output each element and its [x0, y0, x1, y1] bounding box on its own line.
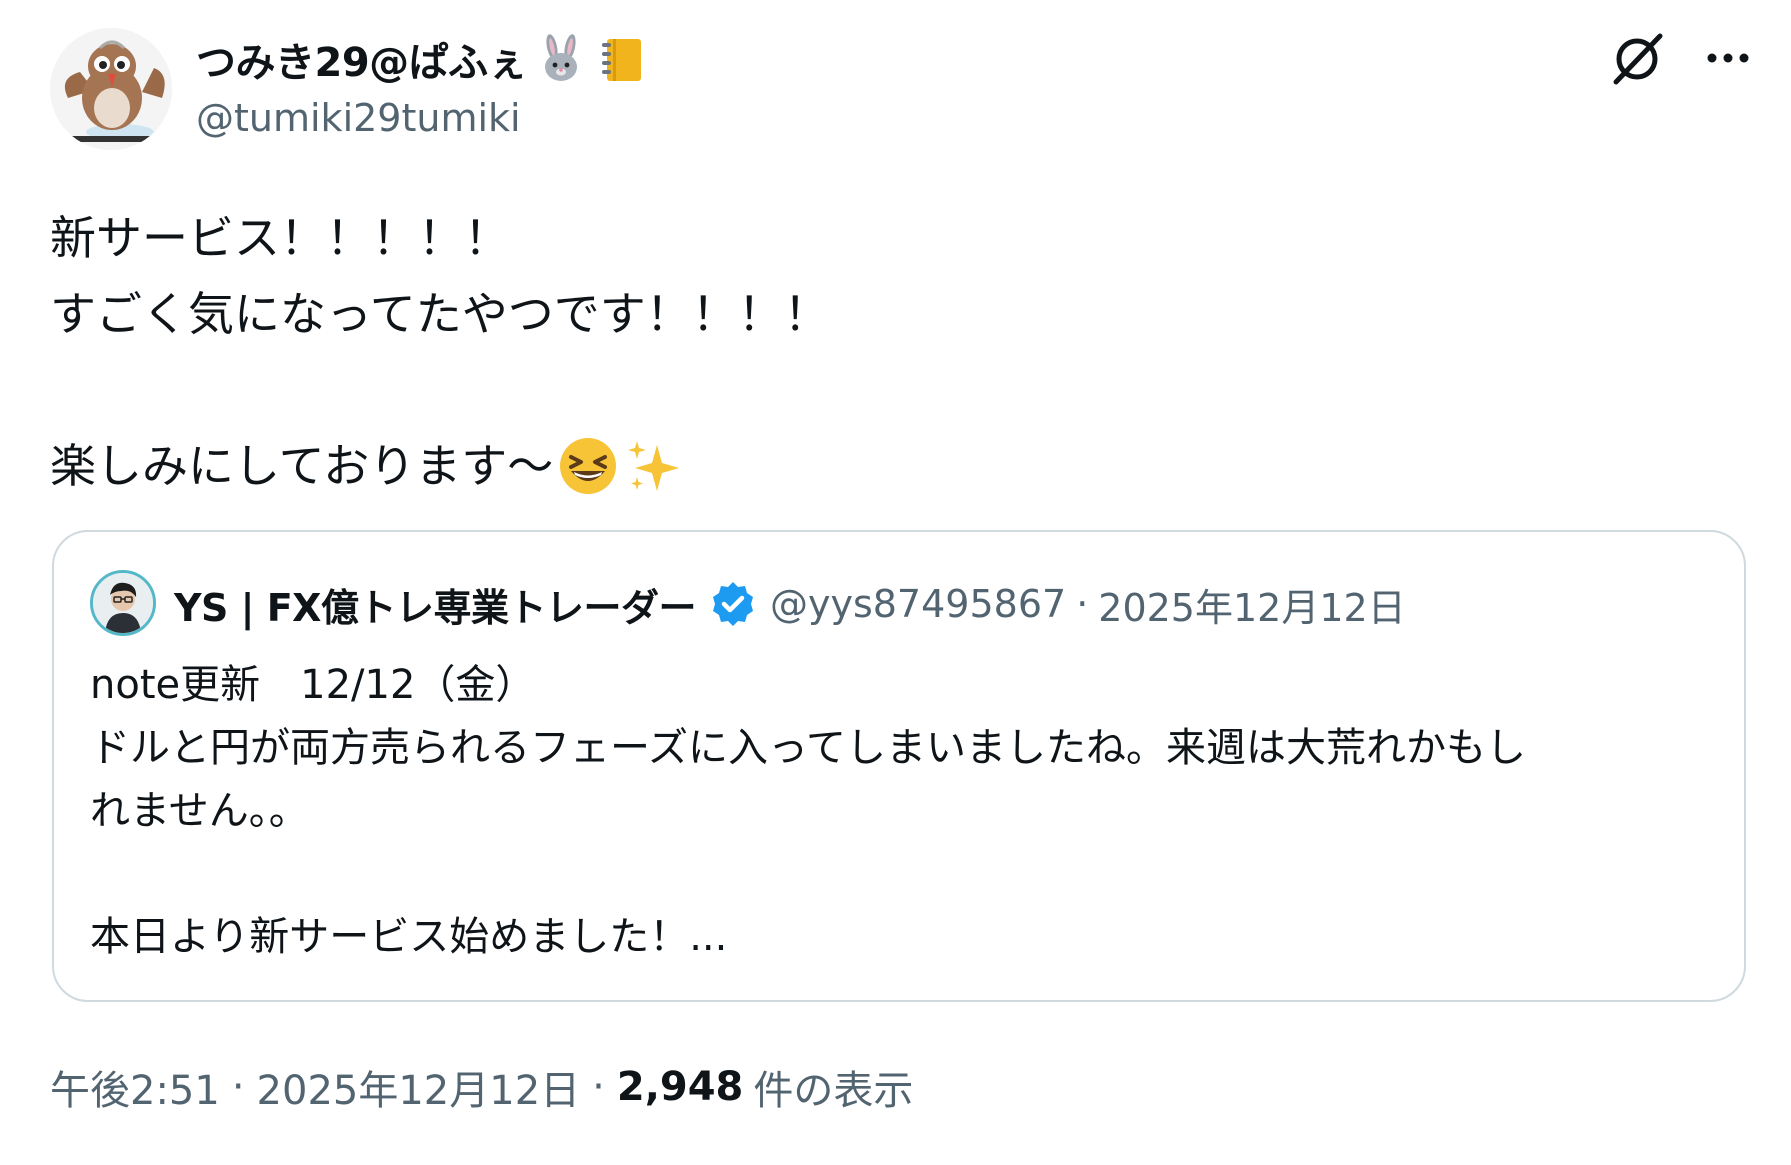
- quoted-author-name[interactable]: YS | FX億トレ専業トレーダー: [174, 577, 696, 632]
- author-avatar[interactable]: [50, 28, 172, 150]
- quoted-text-line: ドルと円が両方売られるフェーズに入ってしまいましたね。来週は大荒れかもし: [90, 725, 1526, 771]
- tweet-text-line: 新サービス！！！！！: [50, 211, 510, 265]
- quoted-tweet-card[interactable]: YS | FX億トレ専業トレーダー @yys87495867 · 2025年12…: [52, 530, 1746, 1002]
- tweet-text-line: すごく気になってたやつです！！！！: [50, 287, 830, 341]
- tweet-text: 新サービス！！！！！ すごく気になってたやつです！！！！ 楽しみにしております〜: [50, 200, 830, 504]
- tweet-text-blank-line: [50, 352, 830, 428]
- quoted-text-line: 本日より新サービス始めました！...: [90, 914, 728, 960]
- grinning-squinting-face-emoji-icon: [557, 435, 619, 497]
- sparkles-emoji-icon: [623, 435, 685, 497]
- quoted-text-blank-line: [90, 843, 1526, 906]
- author-display-name[interactable]: つみき29@ぱふぇ: [196, 30, 647, 88]
- tweet-text-line-with-emoji: 楽しみにしております〜: [50, 428, 830, 504]
- author-name-text: つみき29@ぱふぇ: [196, 40, 528, 86]
- quoted-tweet-header: YS | FX億トレ専業トレーダー @yys87495867 · 2025年12…: [174, 572, 1406, 636]
- notebook-emoji-icon: [595, 33, 647, 85]
- tweet-text-line: 楽しみにしております〜: [50, 439, 554, 493]
- quoted-tweet-text: note更新 12/12（金） ドルと円が両方売られるフェーズに入ってしまいまし…: [90, 654, 1526, 969]
- grok-icon[interactable]: [1608, 30, 1666, 88]
- quoted-text-line: れません。。: [90, 788, 309, 834]
- quoted-tweet-date[interactable]: 2025年12月12日: [1098, 577, 1405, 632]
- quoted-author-avatar[interactable]: [90, 570, 156, 636]
- views-label: 件の表示: [753, 1068, 914, 1114]
- author-handle[interactable]: @tumiki29tumiki: [196, 96, 521, 140]
- tweet-time[interactable]: 午後2:51: [50, 1058, 220, 1116]
- more-options-icon[interactable]: [1702, 38, 1754, 78]
- meta-separator: ·: [592, 1064, 605, 1110]
- quoted-author-handle: @yys87495867: [769, 582, 1067, 626]
- tweet-card: つみき29@ぱふぇ @tumiki29tumiki 新サービス！！！！！ すごく…: [0, 0, 1791, 1165]
- tweet-meta: 午後2:51 · 2025年12月12日 · 2,948 件の表示: [50, 1058, 913, 1116]
- rabbit-face-emoji-icon: [535, 33, 587, 85]
- verified-badge-icon: [712, 582, 753, 626]
- views-count[interactable]: 2,948: [617, 1064, 744, 1110]
- quoted-text-line: note更新 12/12（金）: [90, 662, 536, 708]
- tweet-date[interactable]: 2025年12月12日: [257, 1058, 581, 1116]
- meta-separator: ·: [231, 1064, 245, 1110]
- quoted-header-separator: ·: [1076, 582, 1089, 626]
